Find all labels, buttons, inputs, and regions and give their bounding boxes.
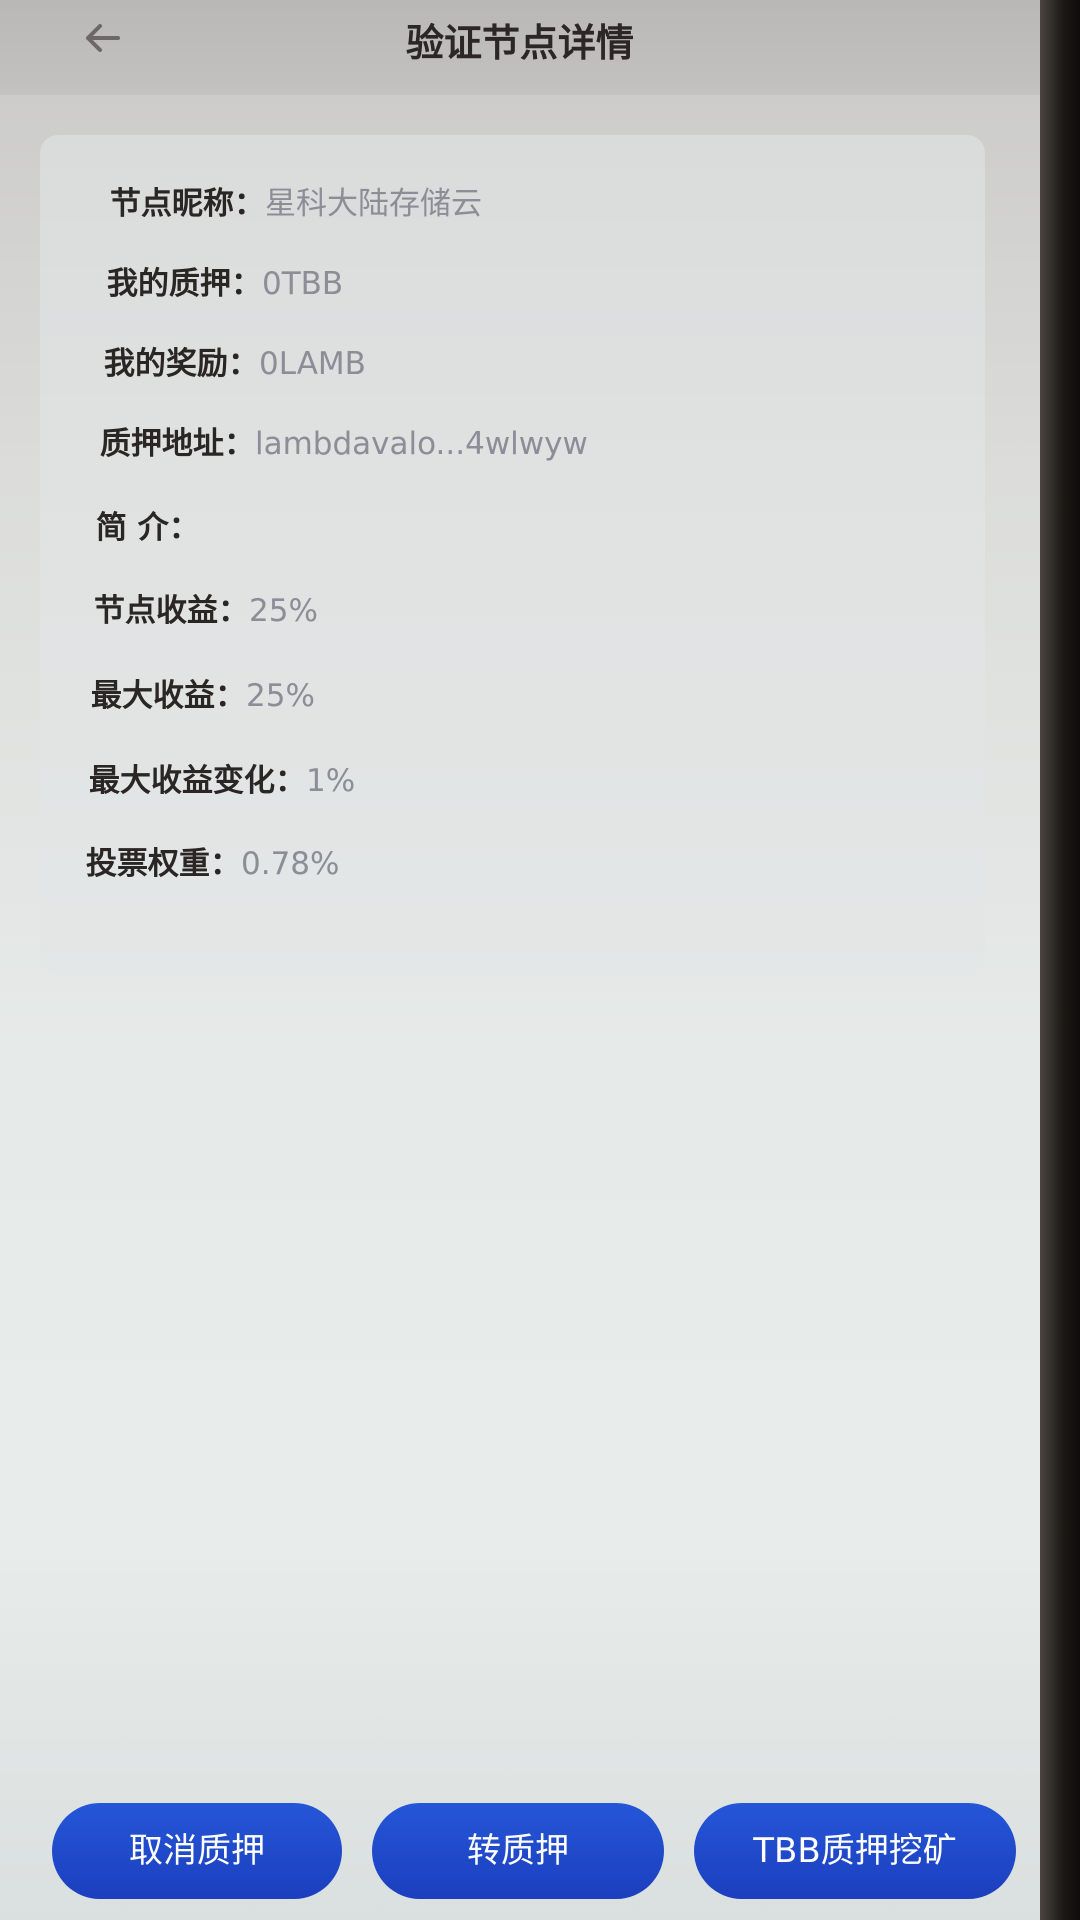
detail-label: 最大收益变化： — [89, 763, 306, 799]
detail-label: 最大收益： — [91, 678, 246, 714]
app-screen: 验证节点详情 节点昵称：星科大陆存储云 我的质押：0TBB 我的奖励：0LAMB… — [0, 0, 1040, 1920]
detail-label: 节点昵称： — [110, 186, 265, 222]
detail-row-stake-address: 质押地址：lambdavalo...4wlwyw — [100, 418, 588, 463]
device-bezel — [1040, 0, 1080, 1920]
detail-value: lambdavalo...4wlwyw — [255, 426, 588, 462]
detail-value: 25% — [249, 593, 318, 629]
detail-label: 节点收益： — [94, 593, 249, 629]
tbb-mining-button[interactable]: TBB质押挖矿 — [694, 1803, 1016, 1899]
detail-label: 质押地址： — [100, 426, 255, 462]
cancel-stake-button[interactable]: 取消质押 — [52, 1803, 342, 1899]
detail-row-my-stake: 我的质押：0TBB — [107, 258, 343, 303]
detail-label: 投票权重： — [86, 846, 241, 882]
detail-value: 25% — [246, 678, 315, 714]
detail-row-node-yield: 节点收益：25% — [94, 585, 318, 630]
detail-label: 简 介： — [96, 510, 200, 546]
detail-value: 星科大陆存储云 — [265, 186, 482, 222]
detail-row-max-yield-change: 最大收益变化：1% — [89, 755, 355, 800]
transfer-stake-button[interactable]: 转质押 — [372, 1803, 664, 1899]
detail-row-my-reward: 我的奖励：0LAMB — [104, 338, 366, 383]
detail-label: 我的质押： — [107, 266, 262, 302]
page-title: 验证节点详情 — [405, 21, 634, 65]
detail-value: 0LAMB — [259, 346, 366, 382]
detail-label: 我的奖励： — [104, 346, 259, 382]
top-bar: 验证节点详情 — [0, 0, 1040, 95]
detail-row-voting-weight: 投票权重：0.78% — [86, 838, 339, 883]
detail-value: 1% — [306, 763, 356, 799]
detail-row-intro: 简 介： — [96, 502, 200, 547]
detail-value: 0.78% — [241, 846, 340, 882]
detail-value: 0TBB — [262, 266, 344, 302]
detail-row-max-yield: 最大收益：25% — [91, 670, 315, 715]
detail-row-nickname: 节点昵称：星科大陆存储云 — [110, 178, 482, 223]
